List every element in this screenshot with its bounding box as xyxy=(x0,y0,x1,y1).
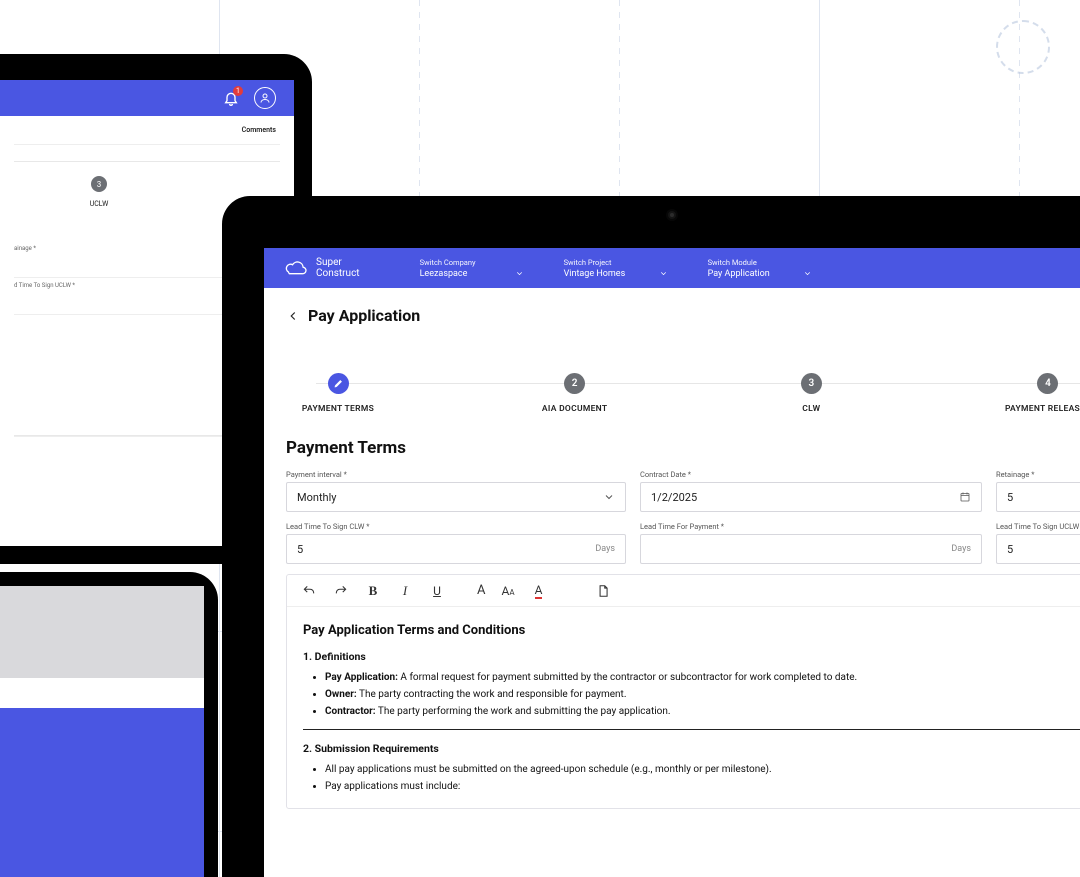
switch-company-value: Leezaspace xyxy=(420,269,468,279)
payment-interval-label: Payment interval * xyxy=(286,470,626,479)
list-item: Owner: The party contracting the work an… xyxy=(325,688,1080,702)
rich-text-editor: B I U A AA A 123 Pay Application Terms a… xyxy=(286,574,1080,809)
redo-icon[interactable] xyxy=(333,583,349,599)
switch-company[interactable]: Switch Company Leezaspace xyxy=(420,258,530,279)
switch-project[interactable]: Switch Project Vintage Homes xyxy=(564,258,674,279)
chevron-left-icon[interactable] xyxy=(286,309,300,323)
undo-icon[interactable] xyxy=(301,583,317,599)
switch-company-label: Switch Company xyxy=(420,258,530,267)
notification-bell-icon[interactable]: 1 xyxy=(222,89,240,107)
italic-icon[interactable]: I xyxy=(397,583,413,599)
lead-uclw-value: 5 xyxy=(1007,543,1013,556)
field-payment-interval: Payment interval * Monthly xyxy=(286,470,626,512)
field-contract-date: Contract Date * 1/2/2025 xyxy=(640,470,982,512)
field-lead-payment: Lead Time For Payment * Days xyxy=(640,522,982,564)
step-label-3: CLW xyxy=(802,404,820,414)
chevron-down-icon xyxy=(515,269,524,278)
step-aia-document[interactable]: 2 AIA DOCUMENT xyxy=(525,373,625,414)
list-item: Contractor: The party performing the wor… xyxy=(325,705,1080,719)
switch-module[interactable]: Switch Module Pay Application xyxy=(708,258,818,279)
tc-h-definitions: 1. Definitions xyxy=(303,650,1080,663)
step-num-2: 2 xyxy=(564,373,585,394)
lead-payment-label: Lead Time For Payment * xyxy=(640,522,982,531)
tc-h-submission: 2. Submission Requirements xyxy=(303,742,1080,755)
list-item: Pay Application: A formal request for pa… xyxy=(325,671,1080,685)
switch-project-label: Switch Project xyxy=(564,258,674,267)
bold-icon[interactable]: B xyxy=(365,583,381,599)
lead-clw-suffix: Days xyxy=(595,544,615,554)
brand-name-1: Super xyxy=(316,257,360,268)
payment-interval-value: Monthly xyxy=(297,491,337,504)
comments-tab[interactable]: Comments xyxy=(14,116,280,145)
list-item: All pay applications must be submitted o… xyxy=(325,763,1080,777)
section-title: Payment Terms xyxy=(286,438,1080,458)
brand-name-2: Construct xyxy=(316,268,360,279)
list-item: Pay applications must include: xyxy=(325,780,1080,794)
lead-uclw-label: Lead Time To Sign UCLW * xyxy=(996,522,1080,531)
step-clw[interactable]: 3 CLW xyxy=(761,373,861,414)
step-label-4: PAYMENT RELEASED xyxy=(1005,404,1080,414)
camera-dot xyxy=(668,211,676,219)
d2-panel-top xyxy=(0,586,204,678)
lead-clw-label: Lead Time To Sign CLW * xyxy=(286,522,626,531)
payment-interval-select[interactable]: Monthly xyxy=(286,482,626,512)
chevron-down-icon xyxy=(659,269,668,278)
font-size-icon[interactable]: AA xyxy=(501,584,514,598)
editor-content[interactable]: Pay Application Terms and Conditions 1. … xyxy=(287,607,1080,808)
contract-date-label: Contract Date * xyxy=(640,470,982,479)
step-num-4: 4 xyxy=(1037,373,1058,394)
field-lead-clw: Lead Time To Sign CLW * 5 Days xyxy=(286,522,626,564)
lead-clw-value: 5 xyxy=(297,543,303,556)
tc-title: Pay Application Terms and Conditions xyxy=(303,623,1080,638)
brand-logo[interactable]: Super Construct xyxy=(282,257,360,279)
lead-clw-input[interactable]: 5 Days xyxy=(286,534,626,564)
document-icon[interactable] xyxy=(595,583,611,599)
field-lead-uclw: Lead Time To Sign UCLW * 5 xyxy=(996,522,1080,564)
lead-payment-input[interactable]: Days xyxy=(640,534,982,564)
avatar-icon[interactable] xyxy=(254,87,276,109)
contract-date-input[interactable]: 1/2/2025 xyxy=(640,482,982,512)
pencil-icon xyxy=(333,378,344,389)
lead-uclw-input[interactable]: 5 xyxy=(996,534,1080,564)
retainage-input[interactable]: 5 xyxy=(996,482,1080,512)
retainage-label: Retainage * xyxy=(996,470,1080,479)
d2-panel-bottom xyxy=(0,708,204,877)
step-num-3: 3 xyxy=(801,373,822,394)
field-retainage: Retainage * 5 xyxy=(996,470,1080,512)
step-label-1: PAYMENT TERMS xyxy=(302,404,374,414)
switch-module-label: Switch Module xyxy=(708,258,818,267)
calendar-icon xyxy=(959,491,971,503)
underline-icon[interactable]: U xyxy=(429,583,445,599)
divider xyxy=(303,729,1080,730)
font-color-icon[interactable]: A xyxy=(531,583,547,599)
d2-panel-mid xyxy=(0,678,204,708)
d1-step-3: 3 UCLW xyxy=(74,176,124,208)
lead-payment-suffix: Days xyxy=(951,544,971,554)
font-family-icon[interactable]: A xyxy=(477,583,485,598)
switch-project-value: Vintage Homes xyxy=(564,269,626,279)
stepper: PAYMENT TERMS 2 AIA DOCUMENT 3 CLW 4 PAY… xyxy=(286,373,1080,414)
page-title: Pay Application xyxy=(308,306,420,325)
editor-toolbar: B I U A AA A 123 xyxy=(287,575,1080,607)
d1-step-label: UCLW xyxy=(90,200,109,208)
retainage-value: 5 xyxy=(1007,491,1013,504)
app-header: Super Construct Switch Company Leezaspac… xyxy=(264,248,1080,288)
step-payment-terms[interactable]: PAYMENT TERMS xyxy=(288,373,388,414)
chevron-down-icon xyxy=(803,269,812,278)
device-frame-2 xyxy=(0,572,218,877)
device-frame-3: Super Construct Switch Company Leezaspac… xyxy=(222,196,1080,877)
tc-definitions-list: Pay Application: A formal request for pa… xyxy=(303,671,1080,719)
notification-badge: 1 xyxy=(233,86,243,96)
d1-step-number: 3 xyxy=(91,176,107,192)
d1-header-bar: 1 xyxy=(0,80,294,116)
decorative-circle xyxy=(996,20,1050,74)
step-label-2: AIA DOCUMENT xyxy=(542,404,607,414)
contract-date-value: 1/2/2025 xyxy=(651,491,697,504)
switch-module-value: Pay Application xyxy=(708,269,770,279)
tc-submission-list: All pay applications must be submitted o… xyxy=(303,763,1080,794)
chevron-down-icon xyxy=(603,491,615,503)
step-payment-released[interactable]: 4 PAYMENT RELEASED xyxy=(998,373,1080,414)
